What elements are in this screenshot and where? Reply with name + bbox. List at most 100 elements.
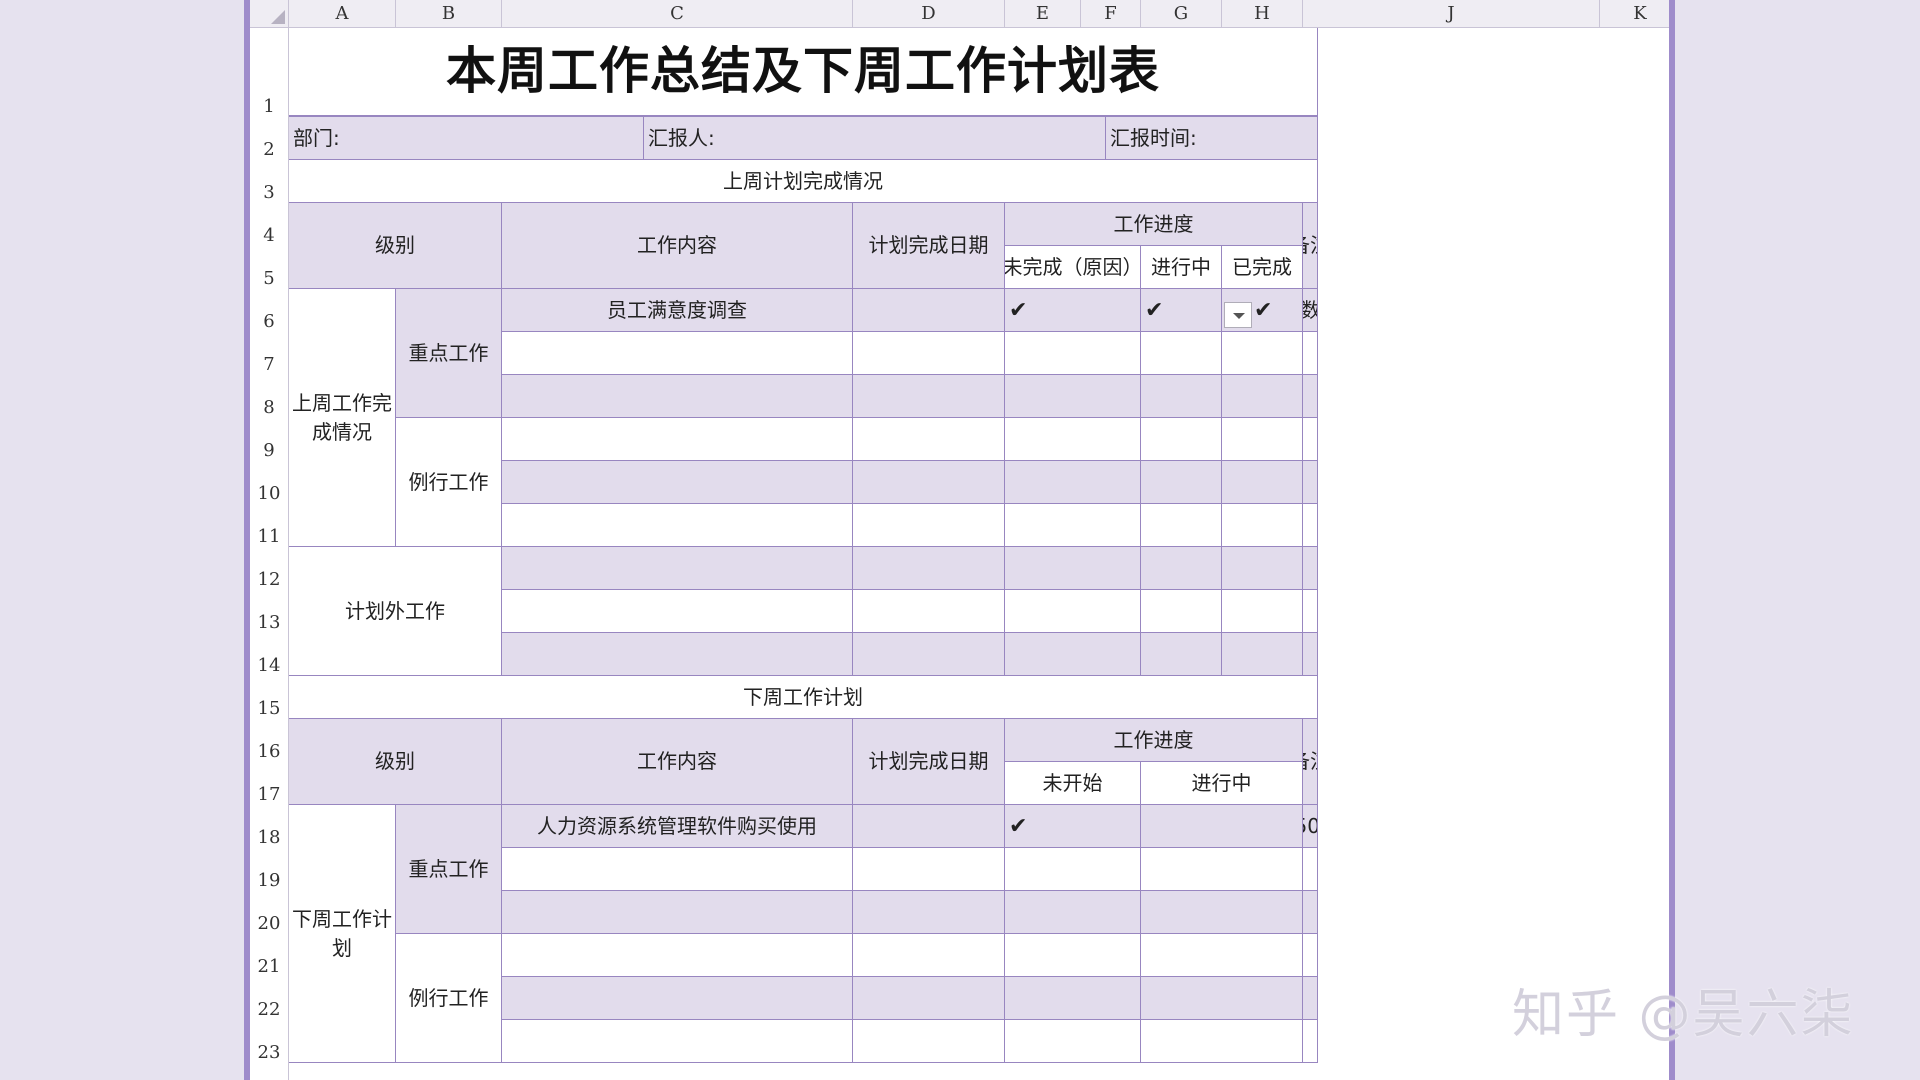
row-header-16[interactable]: 16: [250, 719, 289, 762]
row6-note[interactable]: 调查人数200人: [1303, 289, 1318, 332]
cell-r7-c3[interactable]: [1141, 332, 1222, 375]
row-header-21[interactable]: 21: [250, 934, 289, 977]
cell-r9-c4[interactable]: [1222, 418, 1303, 461]
cell-r7-c4[interactable]: [1222, 332, 1303, 375]
next-week-section-title[interactable]: 下周工作计划: [289, 676, 1318, 719]
next-progress-header[interactable]: 工作进度: [1005, 719, 1303, 762]
row-header-18[interactable]: 18: [250, 805, 289, 848]
cell-r23-c3[interactable]: [1141, 1020, 1303, 1063]
cell-r19-c3[interactable]: [1141, 848, 1303, 891]
cell-r8-c0[interactable]: [502, 375, 853, 418]
report-time-field[interactable]: 汇报时间:: [1106, 117, 1318, 160]
cell-r19-c0[interactable]: [502, 848, 853, 891]
next-level-header[interactable]: 级别: [289, 719, 502, 805]
cell-r22-c0[interactable]: [502, 977, 853, 1020]
row-header-8[interactable]: 8: [250, 375, 289, 418]
next-week-group-label[interactable]: 下周工作计划: [289, 805, 396, 1063]
cell-r8-c1[interactable]: [853, 375, 1005, 418]
cell-r23-c0[interactable]: [502, 1020, 853, 1063]
column-header-d[interactable]: D: [853, 0, 1005, 28]
cell-r23-c1[interactable]: [853, 1020, 1005, 1063]
row-header-4[interactable]: 4: [250, 203, 289, 246]
validation-dropdown-button[interactable]: [1224, 302, 1252, 328]
cell-r8-c5[interactable]: [1303, 375, 1318, 418]
cell-r11-c1[interactable]: [853, 504, 1005, 547]
cell-r13-c3[interactable]: [1141, 590, 1222, 633]
last-week-key-work-label[interactable]: 重点工作: [396, 289, 502, 418]
column-header-c[interactable]: C: [502, 0, 853, 28]
row18-note[interactable]: 费用5000元: [1303, 805, 1318, 848]
cell-r9-c3[interactable]: [1141, 418, 1222, 461]
cell-r7-c5[interactable]: [1303, 332, 1318, 375]
cell-r12-c1[interactable]: [853, 547, 1005, 590]
next-in-progress-header[interactable]: 进行中: [1141, 762, 1303, 805]
cell-r13-c2[interactable]: [1005, 590, 1141, 633]
cell-r21-c3[interactable]: [1141, 934, 1303, 977]
column-header-a[interactable]: A: [289, 0, 396, 28]
cell-r20-c4[interactable]: [1303, 891, 1318, 934]
cell-r19-c1[interactable]: [853, 848, 1005, 891]
row-header-3[interactable]: 3: [250, 160, 289, 203]
cell-r10-c0[interactable]: [502, 461, 853, 504]
row-header-14[interactable]: 14: [250, 633, 289, 676]
cell-r23-c4[interactable]: [1303, 1020, 1318, 1063]
cell-r13-c5[interactable]: [1303, 590, 1318, 633]
last-week-section-title[interactable]: 上周计划完成情况: [289, 160, 1318, 203]
last-week-routine-work-label[interactable]: 例行工作: [396, 418, 502, 547]
content-header[interactable]: 工作内容: [502, 203, 853, 289]
cell-r7-c2[interactable]: [1005, 332, 1141, 375]
cell-r8-c4[interactable]: [1222, 375, 1303, 418]
cell-r7-c0[interactable]: [502, 332, 853, 375]
row6-planned-date[interactable]: [853, 289, 1005, 332]
last-week-group-label[interactable]: 上周工作完成情况: [289, 289, 396, 547]
cell-r9-c2[interactable]: [1005, 418, 1141, 461]
row-header-15[interactable]: 15: [250, 676, 289, 719]
cell-r12-c5[interactable]: [1303, 547, 1318, 590]
progress-header[interactable]: 工作进度: [1005, 203, 1303, 246]
row-header-20[interactable]: 20: [250, 891, 289, 934]
row-header-12[interactable]: 12: [250, 547, 289, 590]
cell-r22-c2[interactable]: [1005, 977, 1141, 1020]
row6-in-progress-check[interactable]: ✔: [1141, 289, 1222, 332]
row-header-13[interactable]: 13: [250, 590, 289, 633]
sheet-title[interactable]: 本周工作总结及下周工作计划表: [289, 28, 1318, 117]
row18-planned-date[interactable]: [853, 805, 1005, 848]
next-note-header[interactable]: 备注: [1303, 719, 1318, 805]
cell-r10-c2[interactable]: [1005, 461, 1141, 504]
next-week-key-work-label[interactable]: 重点工作: [396, 805, 502, 934]
row-header-10[interactable]: 10: [250, 461, 289, 504]
cell-r9-c1[interactable]: [853, 418, 1005, 461]
cell-r14-c0[interactable]: [502, 633, 853, 676]
row6-content[interactable]: 员工满意度调查: [502, 289, 853, 332]
cell-r10-c5[interactable]: [1303, 461, 1318, 504]
cell-r8-c3[interactable]: [1141, 375, 1222, 418]
select-all-corner[interactable]: [250, 0, 289, 28]
not-started-header[interactable]: 未开始: [1005, 762, 1141, 805]
cell-r11-c5[interactable]: [1303, 504, 1318, 547]
column-header-b[interactable]: B: [396, 0, 502, 28]
row-header-23[interactable]: 23: [250, 1020, 289, 1063]
cell-r20-c2[interactable]: [1005, 891, 1141, 934]
row-header-9[interactable]: 9: [250, 418, 289, 461]
cell-r12-c0[interactable]: [502, 547, 853, 590]
row18-content[interactable]: 人力资源系统管理软件购买使用: [502, 805, 853, 848]
cell-r11-c3[interactable]: [1141, 504, 1222, 547]
cell-r14-c5[interactable]: [1303, 633, 1318, 676]
cell-r9-c5[interactable]: [1303, 418, 1318, 461]
not-done-header[interactable]: 未完成（原因）: [1005, 246, 1141, 289]
cell-r10-c4[interactable]: [1222, 461, 1303, 504]
cell-r10-c3[interactable]: [1141, 461, 1222, 504]
row-header-5[interactable]: 5: [250, 246, 289, 289]
cell-r12-c3[interactable]: [1141, 547, 1222, 590]
row-header-17[interactable]: 17: [250, 762, 289, 805]
cell-r19-c2[interactable]: [1005, 848, 1141, 891]
next-week-routine-work-label[interactable]: 例行工作: [396, 934, 502, 1063]
cell-r20-c0[interactable]: [502, 891, 853, 934]
next-content-header[interactable]: 工作内容: [502, 719, 853, 805]
planned-date-header[interactable]: 计划完成日期: [853, 203, 1005, 289]
cell-r14-c4[interactable]: [1222, 633, 1303, 676]
cell-r20-c3[interactable]: [1141, 891, 1303, 934]
cell-r12-c4[interactable]: [1222, 547, 1303, 590]
cell-r14-c1[interactable]: [853, 633, 1005, 676]
cell-r13-c1[interactable]: [853, 590, 1005, 633]
